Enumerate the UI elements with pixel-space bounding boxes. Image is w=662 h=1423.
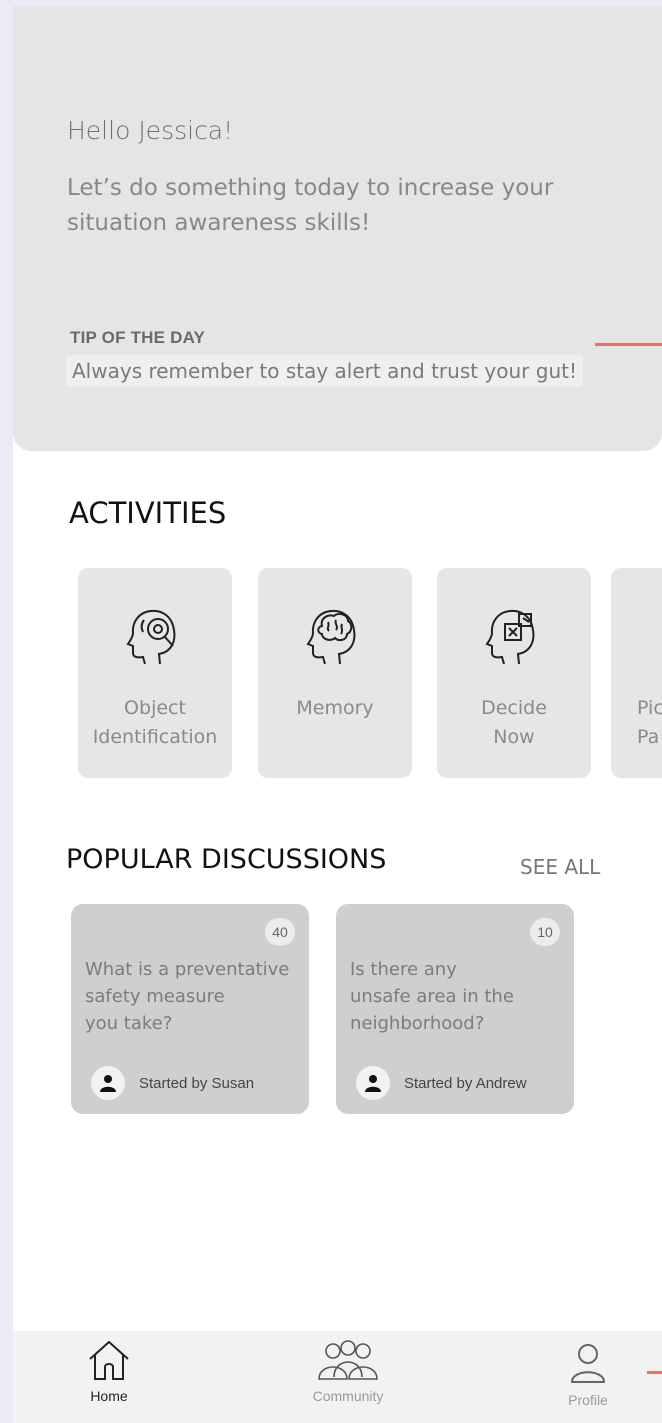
accent-line [595, 343, 662, 346]
reply-count-badge: 40 [265, 918, 295, 946]
activity-card-decide-now[interactable]: Decide Now [437, 568, 591, 778]
head-brain-icon [306, 606, 364, 673]
head-magnifier-icon [126, 606, 184, 673]
activity-label: Object Identification [92, 697, 218, 748]
nav-community-label: Community [312, 1388, 384, 1404]
activity-label: Pic Pa [637, 697, 662, 748]
discussion-author: Started by Susan [91, 1066, 254, 1100]
discussion-card[interactable]: 10 Is there any unsafe area in the neigh… [336, 904, 574, 1114]
welcome-subtitle: Let’s do something today to increase you… [67, 175, 554, 236]
greeting: Hello Jessica! [67, 116, 234, 145]
activities-title: ACTIVITIES [69, 496, 227, 530]
activity-card-object-identification[interactable]: Object Identification [78, 568, 232, 778]
activity-card-memory[interactable]: Memory [258, 568, 412, 778]
bottom-navigation: Home Community Profile [13, 1331, 662, 1423]
nav-home[interactable]: Home [73, 1339, 145, 1404]
discussion-card[interactable]: 40 What is a preventative safety measure… [71, 904, 309, 1114]
person-icon [356, 1066, 390, 1100]
discussion-question: What is a preventative safety measure yo… [85, 959, 290, 1034]
nav-accent-line [647, 1371, 662, 1374]
community-icon [303, 1340, 393, 1385]
nav-profile-label: Profile [568, 1392, 608, 1408]
nav-home-label: Home [90, 1388, 128, 1404]
reply-count-badge: 10 [530, 918, 560, 946]
see-all-link[interactable]: SEE ALL [520, 855, 600, 879]
author-label: Started by Susan [139, 1074, 255, 1092]
author-label: Started by Andrew [404, 1074, 527, 1092]
activity-card-partial[interactable]: Pic Pa [611, 568, 662, 778]
nav-community[interactable]: Community [293, 1339, 403, 1404]
tip-title: TIP OF THE DAY [70, 328, 206, 347]
activity-label: Decide Now [481, 697, 547, 748]
home-icon [86, 1340, 132, 1385]
profile-icon [568, 1344, 608, 1387]
nav-profile[interactable]: Profile [553, 1343, 623, 1408]
home-screen: Hello Jessica! Let’s do something today … [13, 6, 662, 1423]
tip-text: Always remember to stay alert and trust … [66, 355, 583, 387]
person-icon [91, 1066, 125, 1100]
activity-label: Memory [296, 697, 374, 719]
head-puzzle-icon [485, 606, 543, 673]
popular-discussions-title: POPULAR DISCUSSIONS [66, 844, 387, 875]
discussion-author: Started by Andrew [356, 1066, 527, 1100]
discussion-question: Is there any unsafe area in the neighbor… [350, 959, 514, 1034]
welcome-banner: Hello Jessica! Let’s do something today … [13, 6, 662, 451]
